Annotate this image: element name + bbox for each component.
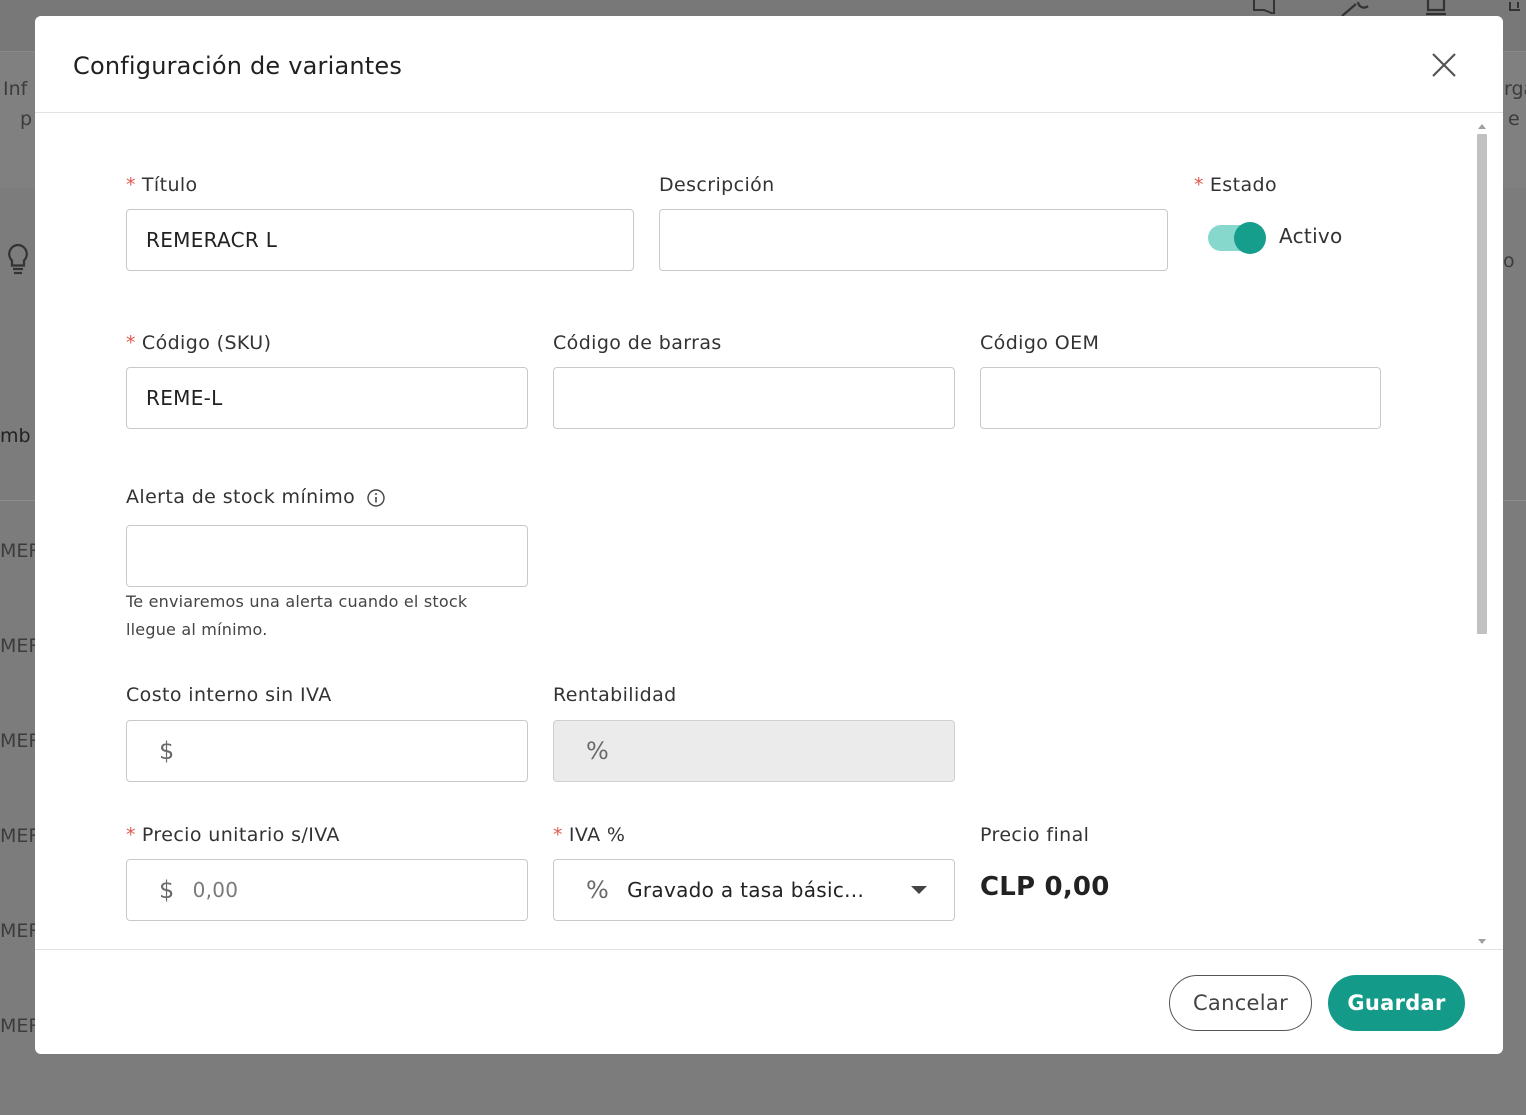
descripcion-label: Descripción	[659, 174, 775, 196]
estado-toggle[interactable]	[1208, 222, 1266, 254]
info-icon[interactable]	[366, 488, 386, 508]
background-text: Inf	[3, 78, 28, 100]
iva-label: * IVA %	[553, 824, 626, 846]
costo-input[interactable]: $	[126, 720, 528, 782]
modal-header: Configuración de variantes	[35, 16, 1503, 113]
precio-unitario-label: * Precio unitario s/IVA	[126, 824, 340, 846]
estado-toggle-label: Activo	[1279, 224, 1343, 248]
save-button[interactable]: Guardar	[1328, 975, 1465, 1031]
percent-icon: %	[586, 876, 610, 904]
iva-select[interactable]: % Gravado a tasa básic...	[553, 859, 955, 921]
stock-alert-label: Alerta de stock mínimo	[126, 486, 386, 508]
percent-icon: %	[586, 737, 610, 765]
lightbulb-icon	[8, 243, 28, 275]
sku-input[interactable]: REME-L	[126, 367, 528, 429]
scrollbar-thumb[interactable]	[1477, 134, 1487, 634]
background-text: mb	[0, 425, 31, 447]
iva-selected-value: Gravado a tasa básic...	[627, 878, 865, 902]
stock-alert-help: Te enviaremos una alerta cuando el stock…	[126, 592, 468, 639]
oem-label: Código OEM	[980, 332, 1100, 354]
descripcion-input[interactable]	[659, 209, 1168, 271]
oem-input[interactable]	[980, 367, 1381, 429]
user-icon	[1509, 2, 1520, 11]
rentabilidad-input: %	[553, 720, 955, 782]
modal-body: * Título REMERACR L Descripción * Estado A…	[35, 114, 1475, 949]
close-icon[interactable]	[1429, 50, 1459, 80]
cancel-button[interactable]: Cancelar	[1169, 975, 1312, 1031]
precio-final-label: Precio final	[980, 824, 1090, 846]
background-text: o	[1503, 250, 1515, 272]
modal-title: Configuración de variantes	[73, 52, 403, 80]
sku-label: * Código (SKU)	[126, 332, 272, 354]
background-text: e	[1508, 108, 1520, 130]
toggle-knob	[1234, 222, 1266, 254]
dollar-icon: $	[159, 737, 175, 765]
megaphone-icon	[1253, 0, 1275, 14]
background-text: p	[20, 108, 33, 130]
caret-down-icon	[911, 886, 927, 894]
background-text: rga	[1504, 78, 1526, 100]
barcode-input[interactable]	[553, 367, 955, 429]
precio-final-value: CLP 0,00	[980, 872, 1110, 902]
titulo-input[interactable]: REMERACR L	[126, 209, 634, 271]
dollar-icon: $	[159, 876, 175, 904]
scroll-up-icon[interactable]	[1478, 124, 1486, 129]
scroll-down-icon[interactable]	[1478, 939, 1486, 944]
bell-icon	[1426, 0, 1446, 16]
modal-footer: Cancelar Guardar	[35, 949, 1503, 1054]
costo-label: Costo interno sin IVA	[126, 684, 332, 706]
variant-config-modal: Configuración de variantes * Título REMER…	[35, 16, 1503, 1054]
stock-alert-input[interactable]	[126, 525, 528, 587]
barcode-label: Código de barras	[553, 332, 722, 354]
rentabilidad-label: Rentabilidad	[553, 684, 677, 706]
estado-label: * Estado	[1194, 174, 1277, 196]
titulo-label: * Título	[126, 174, 198, 196]
precio-unitario-input[interactable]: $ 0,00	[126, 859, 528, 921]
modal-scrollbar[interactable]	[1475, 120, 1489, 948]
